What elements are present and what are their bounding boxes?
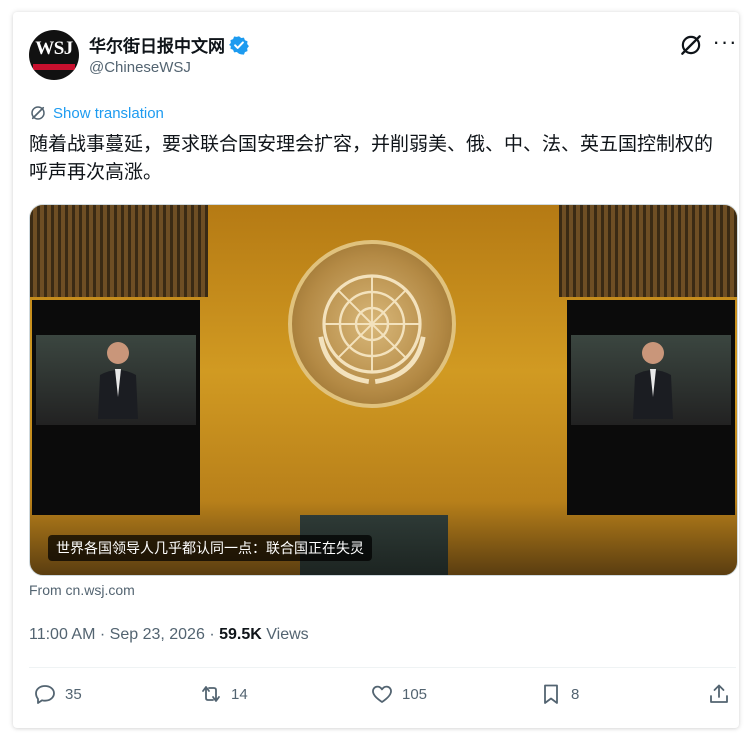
share-button[interactable] xyxy=(707,682,731,706)
avatar-logo-bar xyxy=(33,64,75,70)
bookmark-count: 8 xyxy=(571,685,580,703)
display-name-row[interactable]: 华尔街日报中文网 xyxy=(89,32,249,57)
un-emblem-graphic xyxy=(318,274,426,384)
tweet-meta: 11:00 AM · Sep 23, 2026 · 59.5K Views xyxy=(29,626,309,644)
bookmark-icon xyxy=(544,684,558,704)
tweet-time[interactable]: 11:00 AM xyxy=(29,626,95,643)
reply-button[interactable]: 35 xyxy=(33,682,82,706)
screen-picture xyxy=(36,335,196,425)
tweet-media-image[interactable]: 世界各国领导人几乎都认同一点：联合国正在失灵 xyxy=(29,204,738,576)
tweet-text: 随着战事蔓延，要求联合国安理会扩容，并削弱美、俄、中、法、英五国控制权的呼声再次… xyxy=(29,133,714,183)
show-translation-link[interactable]: Show translation xyxy=(29,104,164,122)
video-screen-left xyxy=(32,300,200,515)
hall-ceiling-right xyxy=(559,205,737,297)
hall-ceiling-left xyxy=(30,205,208,297)
divider xyxy=(29,667,736,668)
verified-badge-icon xyxy=(229,35,249,55)
translate-icon xyxy=(31,106,45,120)
link-source[interactable]: From cn.wsj.com xyxy=(29,582,135,598)
repost-icon xyxy=(202,686,220,702)
screen-picture xyxy=(571,335,731,425)
like-count: 105 xyxy=(402,685,428,703)
show-translation-label[interactable]: Show translation xyxy=(53,105,164,122)
un-emblem xyxy=(288,240,456,408)
bookmark-button[interactable]: 8 xyxy=(539,682,579,706)
avatar[interactable]: WSJ xyxy=(29,30,79,80)
repost-count: 14 xyxy=(231,685,248,703)
handle[interactable]: @ChineseWSJ xyxy=(89,59,191,76)
views-label: Views xyxy=(266,626,309,643)
speaker-figure xyxy=(633,342,673,419)
grok-icon[interactable] xyxy=(678,32,704,58)
views-count: 59.5K xyxy=(219,626,262,643)
repost-button[interactable]: 14 xyxy=(199,682,248,706)
more-options-icon[interactable]: ··· xyxy=(712,31,738,58)
action-bar: 35 14 105 8 xyxy=(29,682,736,714)
tweet-card: WSJ 华尔街日报中文网 @ChineseWSJ ··· Show transl… xyxy=(13,12,739,728)
share-icon xyxy=(710,684,728,703)
reply-icon xyxy=(35,685,55,704)
media-caption: 世界各国领导人几乎都认同一点：联合国正在失灵 xyxy=(48,535,372,561)
speaker-figure xyxy=(98,342,138,419)
avatar-logo-text: WSJ xyxy=(35,38,73,59)
like-button[interactable]: 105 xyxy=(370,682,427,706)
meta-separator: · xyxy=(99,626,106,643)
heart-icon xyxy=(372,685,392,703)
reply-count: 35 xyxy=(65,685,82,703)
video-screen-right xyxy=(567,300,735,515)
display-name[interactable]: 华尔街日报中文网 xyxy=(89,32,225,57)
tweet-date[interactable]: Sep 23, 2026 xyxy=(110,626,205,643)
meta-separator: · xyxy=(209,626,215,643)
